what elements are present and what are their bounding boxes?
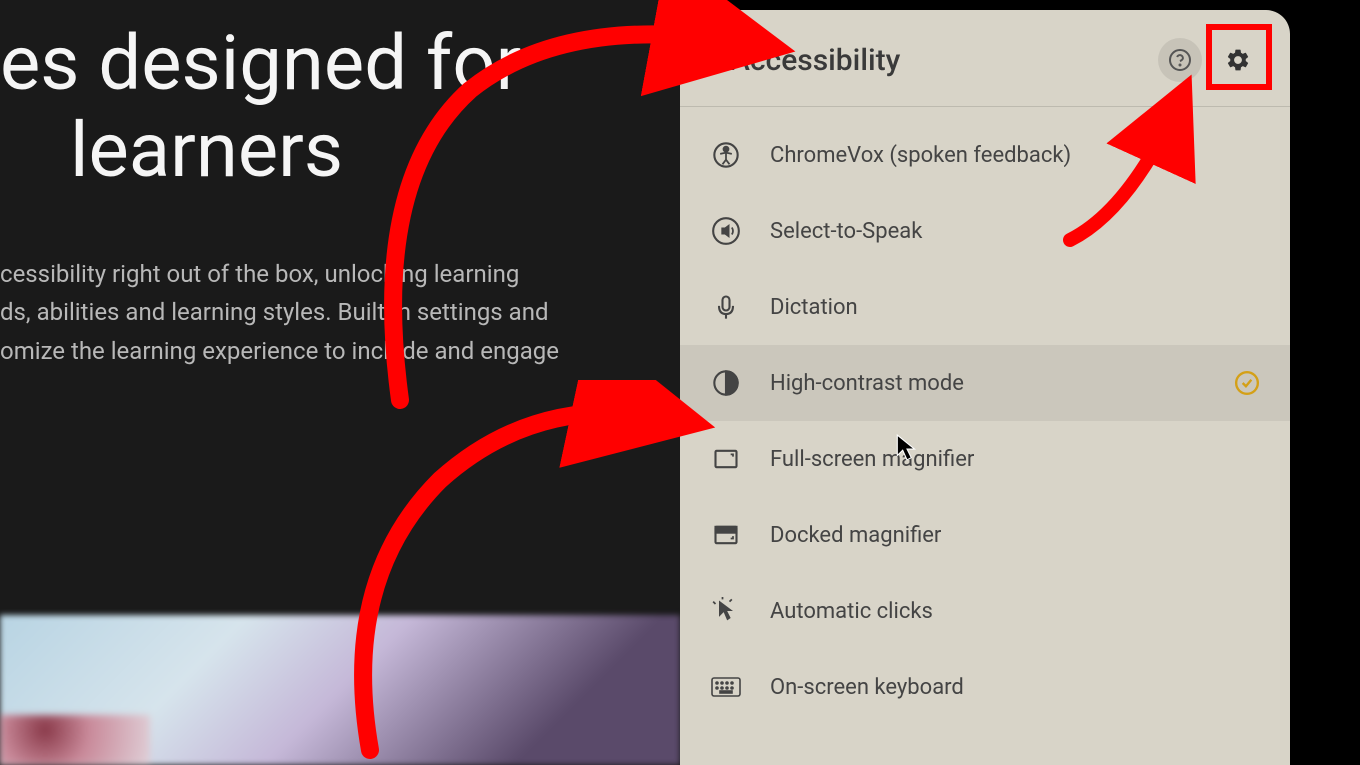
page-body-text: cessibility right out of the box, unlock… [0,255,680,370]
list-item-full-screen-magnifier[interactable]: Full-screen magnifier [680,421,1290,497]
panel-header: Accessibility [680,10,1290,107]
item-label: Automatic clicks [770,599,1260,624]
speak-icon [710,215,742,247]
item-label: ChromeVox (spoken feedback) [770,143,1260,168]
background-content: es designed for learners cessibility rig… [0,0,680,765]
list-item-docked-magnifier[interactable]: Docked magnifier [680,497,1290,573]
background-image-area [0,615,680,765]
fullscreen-icon [710,443,742,475]
help-icon [1168,48,1192,72]
panel-title: Accessibility [730,43,900,78]
help-button[interactable] [1158,38,1202,82]
item-label: On-screen keyboard [770,675,1260,700]
list-item-high-contrast[interactable]: High-contrast mode [680,345,1290,421]
item-label: Select-to-Speak [770,219,1260,244]
list-item-select-to-speak[interactable]: Select-to-Speak [680,193,1290,269]
settings-button[interactable] [1216,38,1260,82]
accessibility-panel: Accessibility [680,10,1290,765]
list-item-automatic-clicks[interactable]: Automatic clicks [680,573,1290,649]
item-label: High-contrast mode [770,371,1234,396]
contrast-icon [710,367,742,399]
item-label: Docked magnifier [770,523,1260,548]
gear-icon [1225,47,1251,73]
page-heading: es designed for learners [0,20,680,195]
item-label: Full-screen magnifier [770,447,1260,472]
accessibility-list: ChromeVox (spoken feedback) Select-to-Sp… [680,107,1290,707]
checkmark-icon [1234,370,1260,396]
docked-icon [710,519,742,551]
autoclick-icon [710,595,742,627]
right-black-edge [1290,0,1360,765]
heading-line-1: es designed for [0,20,680,107]
item-label: Dictation [770,295,1260,320]
image-detail [0,715,150,765]
list-item-dictation[interactable]: Dictation [680,269,1290,345]
list-item-chromevox[interactable]: ChromeVox (spoken feedback) [680,117,1290,193]
list-item-on-screen-keyboard[interactable]: On-screen keyboard [680,649,1290,707]
mic-icon [710,291,742,323]
heading-line-2: learners [0,107,680,194]
header-icon-group [1158,38,1260,82]
keyboard-icon [710,671,742,703]
accessibility-icon [710,139,742,171]
